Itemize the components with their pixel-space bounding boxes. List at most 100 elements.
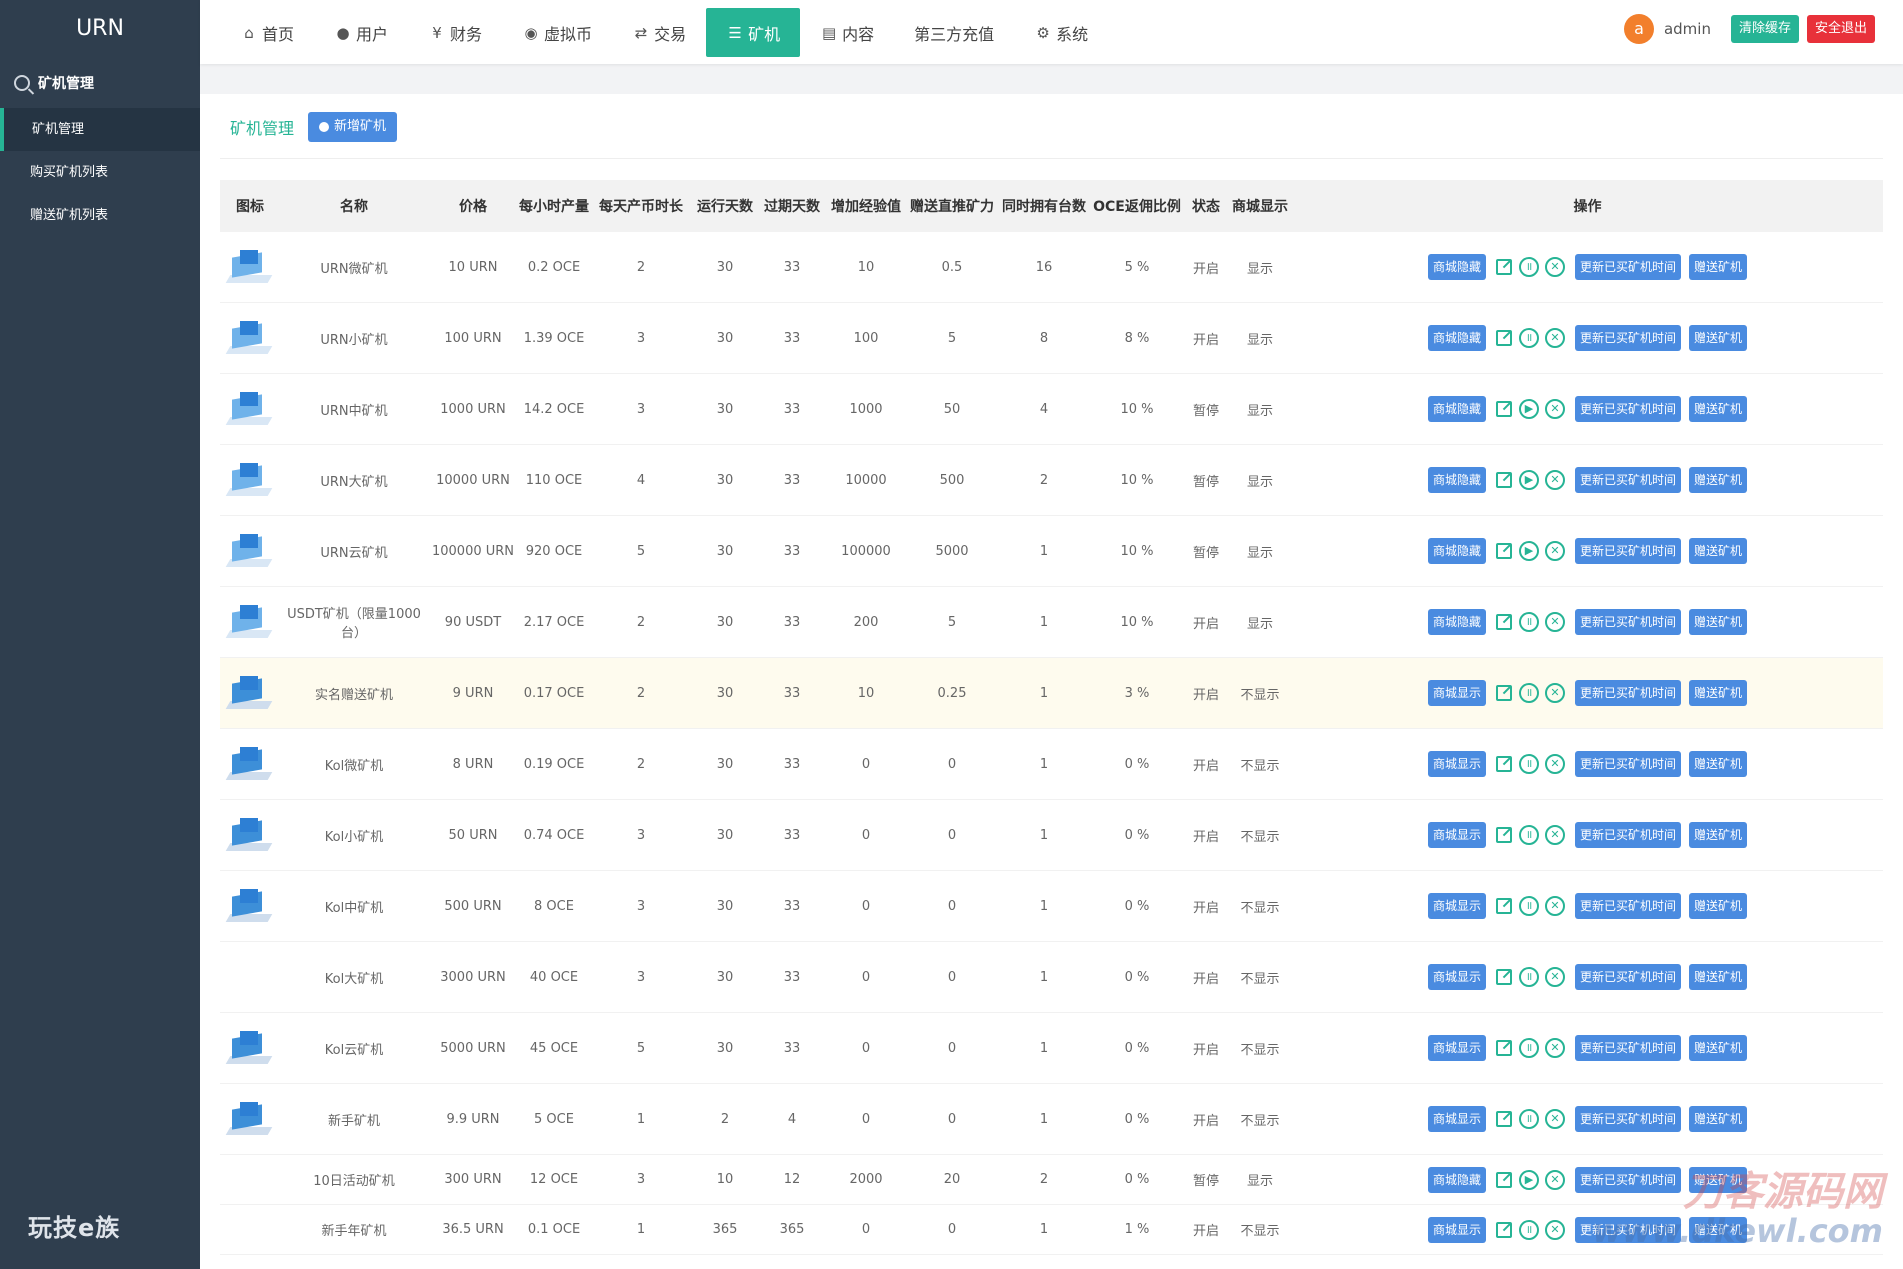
close-icon[interactable]: ✕ bbox=[1544, 399, 1565, 419]
shop-toggle-button[interactable]: 商城隐藏 bbox=[1427, 609, 1486, 635]
close-icon[interactable]: ✕ bbox=[1544, 470, 1565, 490]
edit-icon[interactable] bbox=[1495, 756, 1512, 772]
close-icon[interactable]: ✕ bbox=[1544, 1109, 1565, 1129]
shop-toggle-button[interactable]: 商城隐藏 bbox=[1427, 467, 1486, 493]
close-icon[interactable]: ✕ bbox=[1544, 754, 1565, 774]
gift-miner-button[interactable]: 赠送矿机 bbox=[1689, 893, 1748, 919]
clear-cache-button[interactable]: 清除缓存 bbox=[1730, 15, 1799, 43]
edit-icon[interactable] bbox=[1495, 330, 1512, 346]
close-icon[interactable]: ✕ bbox=[1544, 1219, 1565, 1240]
pause-icon[interactable]: ॥ bbox=[1518, 257, 1539, 277]
pause-icon[interactable]: ॥ bbox=[1518, 896, 1539, 916]
close-icon[interactable]: ✕ bbox=[1544, 328, 1565, 348]
close-icon[interactable]: ✕ bbox=[1544, 1038, 1565, 1058]
close-icon[interactable]: ✕ bbox=[1544, 612, 1565, 632]
shop-toggle-button[interactable]: 商城显示 bbox=[1427, 1035, 1486, 1061]
shop-toggle-button[interactable]: 商城显示 bbox=[1427, 1106, 1486, 1132]
gift-miner-button[interactable]: 赠送矿机 bbox=[1689, 1035, 1748, 1061]
edit-icon[interactable] bbox=[1495, 1111, 1512, 1127]
shop-toggle-button[interactable]: 商城隐藏 bbox=[1427, 396, 1486, 422]
edit-icon[interactable] bbox=[1495, 1221, 1512, 1238]
close-icon[interactable]: ✕ bbox=[1544, 967, 1565, 987]
sidebar-item-miner-management[interactable]: 矿机管理 bbox=[0, 108, 200, 151]
username[interactable]: admin bbox=[1664, 20, 1711, 38]
play-icon[interactable]: ▶ bbox=[1518, 470, 1539, 490]
edit-icon[interactable] bbox=[1495, 685, 1512, 701]
add-miner-button[interactable]: 新增矿机 bbox=[308, 112, 398, 142]
nav-item-5[interactable]: ☰ 矿机 bbox=[706, 8, 801, 57]
shop-toggle-button[interactable]: 商城显示 bbox=[1427, 964, 1486, 990]
update-time-button[interactable]: 更新已买矿机时间 bbox=[1574, 893, 1681, 919]
update-time-button[interactable]: 更新已买矿机时间 bbox=[1574, 964, 1681, 990]
edit-icon[interactable] bbox=[1495, 1171, 1512, 1188]
update-time-button[interactable]: 更新已买矿机时间 bbox=[1574, 1035, 1681, 1061]
update-time-button[interactable]: 更新已买矿机时间 bbox=[1574, 1106, 1681, 1132]
edit-icon[interactable] bbox=[1495, 969, 1512, 985]
nav-item-4[interactable]: ⇄ 交易 bbox=[612, 8, 706, 57]
edit-icon[interactable] bbox=[1495, 1040, 1512, 1056]
shop-toggle-button[interactable]: 商城显示 bbox=[1427, 751, 1486, 777]
edit-icon[interactable] bbox=[1495, 472, 1512, 488]
pause-icon[interactable]: ॥ bbox=[1518, 612, 1539, 632]
nav-item-6[interactable]: ▤ 内容 bbox=[800, 8, 894, 57]
shop-toggle-button[interactable]: 商城隐藏 bbox=[1427, 254, 1486, 280]
pause-icon[interactable]: ॥ bbox=[1518, 683, 1539, 703]
update-time-button[interactable]: 更新已买矿机时间 bbox=[1574, 609, 1681, 635]
pause-icon[interactable]: ॥ bbox=[1518, 328, 1539, 348]
play-icon[interactable]: ▶ bbox=[1518, 541, 1539, 561]
gift-miner-button[interactable]: 赠送矿机 bbox=[1689, 254, 1748, 280]
edit-icon[interactable] bbox=[1495, 401, 1512, 417]
close-icon[interactable]: ✕ bbox=[1544, 1169, 1565, 1190]
shop-toggle-button[interactable]: 商城显示 bbox=[1427, 822, 1486, 848]
update-time-button[interactable]: 更新已买矿机时间 bbox=[1574, 680, 1681, 706]
close-icon[interactable]: ✕ bbox=[1544, 541, 1565, 561]
close-icon[interactable]: ✕ bbox=[1544, 683, 1565, 703]
pause-icon[interactable]: ॥ bbox=[1518, 1038, 1539, 1058]
gift-miner-button[interactable]: 赠送矿机 bbox=[1689, 964, 1748, 990]
gift-miner-button[interactable]: 赠送矿机 bbox=[1689, 538, 1748, 564]
gift-miner-button[interactable]: 赠送矿机 bbox=[1689, 1106, 1748, 1132]
shop-toggle-button[interactable]: 商城显示 bbox=[1427, 680, 1486, 706]
update-time-button[interactable]: 更新已买矿机时间 bbox=[1574, 325, 1681, 351]
pause-icon[interactable]: ॥ bbox=[1518, 825, 1539, 845]
pause-icon[interactable]: ॥ bbox=[1518, 1109, 1539, 1129]
logout-button[interactable]: 安全退出 bbox=[1806, 15, 1875, 43]
gift-miner-button[interactable]: 赠送矿机 bbox=[1689, 325, 1748, 351]
close-icon[interactable]: ✕ bbox=[1544, 825, 1565, 845]
gift-miner-button[interactable]: 赠送矿机 bbox=[1689, 822, 1748, 848]
update-time-button[interactable]: 更新已买矿机时间 bbox=[1574, 467, 1681, 493]
shop-toggle-button[interactable]: 商城隐藏 bbox=[1427, 1166, 1486, 1193]
shop-toggle-button[interactable]: 商城显示 bbox=[1427, 1216, 1486, 1243]
gift-miner-button[interactable]: 赠送矿机 bbox=[1689, 467, 1748, 493]
avatar[interactable]: a bbox=[1623, 14, 1654, 44]
shop-toggle-button[interactable]: 商城显示 bbox=[1427, 893, 1486, 919]
shop-toggle-button[interactable]: 商城隐藏 bbox=[1427, 538, 1486, 564]
edit-icon[interactable] bbox=[1495, 827, 1512, 843]
update-time-button[interactable]: 更新已买矿机时间 bbox=[1574, 538, 1681, 564]
close-icon[interactable]: ✕ bbox=[1544, 257, 1565, 277]
gift-miner-button[interactable]: 赠送矿机 bbox=[1689, 396, 1748, 422]
nav-item-7[interactable]: 第三方充值 bbox=[894, 8, 1014, 57]
pause-icon[interactable]: ॥ bbox=[1518, 754, 1539, 774]
shop-toggle-button[interactable]: 商城隐藏 bbox=[1427, 325, 1486, 351]
sidebar-section-header[interactable]: 矿机管理 bbox=[0, 58, 200, 108]
edit-icon[interactable] bbox=[1495, 614, 1512, 630]
nav-item-3[interactable]: ◉ 虚拟币 bbox=[502, 8, 612, 57]
sidebar-item-purchased-list[interactable]: 购买矿机列表 bbox=[0, 151, 200, 194]
edit-icon[interactable] bbox=[1495, 898, 1512, 914]
nav-item-2[interactable]: ¥ 财务 bbox=[408, 8, 502, 57]
pause-icon[interactable]: ॥ bbox=[1518, 1219, 1539, 1240]
edit-icon[interactable] bbox=[1495, 259, 1512, 275]
edit-icon[interactable] bbox=[1495, 543, 1512, 559]
play-icon[interactable]: ▶ bbox=[1518, 1169, 1539, 1190]
sidebar-item-gift-list[interactable]: 赠送矿机列表 bbox=[0, 194, 200, 237]
update-time-button[interactable]: 更新已买矿机时间 bbox=[1574, 254, 1681, 280]
nav-item-8[interactable]: ⚙ 系统 bbox=[1014, 8, 1108, 57]
gift-miner-button[interactable]: 赠送矿机 bbox=[1689, 609, 1748, 635]
pause-icon[interactable]: ॥ bbox=[1518, 967, 1539, 987]
play-icon[interactable]: ▶ bbox=[1518, 399, 1539, 419]
gift-miner-button[interactable]: 赠送矿机 bbox=[1689, 751, 1748, 777]
gift-miner-button[interactable]: 赠送矿机 bbox=[1689, 680, 1748, 706]
update-time-button[interactable]: 更新已买矿机时间 bbox=[1574, 822, 1681, 848]
nav-item-0[interactable]: ⌂ 首页 bbox=[220, 8, 314, 57]
